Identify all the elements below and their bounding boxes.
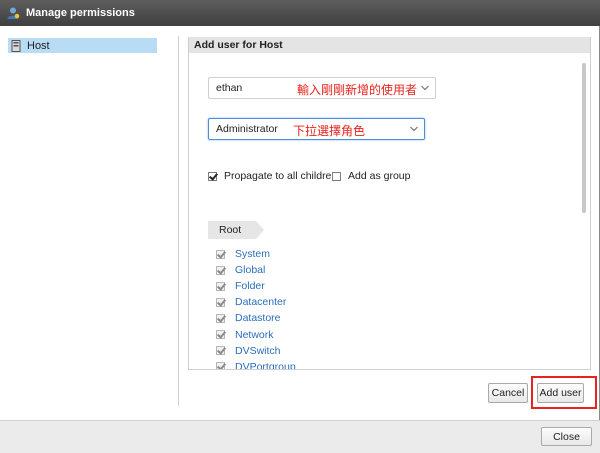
privilege-link[interactable]: Folder — [235, 280, 265, 292]
privilege-link[interactable]: Datacenter — [235, 296, 286, 308]
privilege-checkbox — [216, 281, 225, 291]
privilege-checkbox — [216, 297, 225, 307]
privilege-link[interactable]: System — [235, 248, 270, 260]
root-breadcrumb: Root — [208, 221, 264, 239]
highlight-box — [531, 376, 597, 409]
add-as-group-label: Add as group — [348, 170, 411, 182]
list-item: DVPortgroup — [216, 359, 296, 369]
list-item: Global — [216, 262, 296, 278]
user-select-value: ethan — [216, 82, 243, 94]
list-item: Network — [216, 326, 296, 342]
privilege-list: System Global Folder Datacenter Datastor… — [216, 246, 296, 369]
role-select-value: Administrator — [216, 123, 278, 135]
panel-header: Add user for Host — [189, 37, 590, 53]
list-item: Datastore — [216, 310, 296, 326]
privilege-checkbox — [216, 362, 225, 369]
user-select[interactable]: ethan 輸入剛剛新增的使用者 — [208, 77, 436, 99]
scrollbar[interactable] — [582, 63, 586, 213]
propagate-label: Propagate to all children — [224, 170, 338, 182]
role-select-annotation: 下拉選擇角色 — [293, 124, 366, 138]
privilege-link[interactable]: DVPortgroup — [235, 361, 296, 369]
chevron-down-icon — [410, 126, 418, 132]
users-icon — [7, 7, 20, 19]
sidebar-item-label: Host — [27, 39, 50, 52]
privilege-checkbox — [216, 346, 225, 356]
privilege-link[interactable]: Datastore — [235, 312, 281, 324]
propagate-option[interactable]: Propagate to all children — [208, 170, 337, 182]
list-item: Datacenter — [216, 294, 296, 310]
privilege-checkbox — [216, 265, 225, 275]
dialog-footer — [0, 420, 600, 453]
title-bar: Manage permissions — [0, 0, 600, 26]
sidebar-item-host[interactable]: Host — [8, 38, 157, 53]
window-title: Manage permissions — [26, 7, 135, 19]
user-select-annotation: 輸入剛剛新增的使用者 — [297, 83, 418, 97]
role-select[interactable]: Administrator 下拉選擇角色 — [208, 118, 425, 140]
divider — [178, 36, 179, 406]
privilege-checkbox — [216, 330, 225, 340]
add-as-group-option[interactable]: Add as group — [332, 170, 410, 182]
privilege-link[interactable]: DVSwitch — [235, 345, 281, 357]
add-user-panel: Add user for Host ethan 輸入剛剛新增的使用者 Admin… — [188, 37, 591, 370]
privilege-checkbox — [216, 313, 225, 323]
sidebar: Host — [0, 26, 178, 420]
chevron-down-icon — [421, 85, 429, 91]
privilege-checkbox — [216, 249, 225, 259]
list-item: System — [216, 246, 296, 262]
propagate-checkbox[interactable] — [208, 171, 217, 181]
host-server-icon — [11, 39, 21, 52]
list-item: Folder — [216, 278, 296, 294]
list-item: DVSwitch — [216, 343, 296, 359]
close-button[interactable]: Close — [541, 427, 592, 446]
cancel-button[interactable]: Cancel — [488, 383, 528, 403]
root-label: Root — [219, 224, 242, 236]
add-as-group-checkbox[interactable] — [332, 171, 341, 181]
privilege-link[interactable]: Network — [235, 329, 274, 341]
privilege-link[interactable]: Global — [235, 264, 265, 276]
